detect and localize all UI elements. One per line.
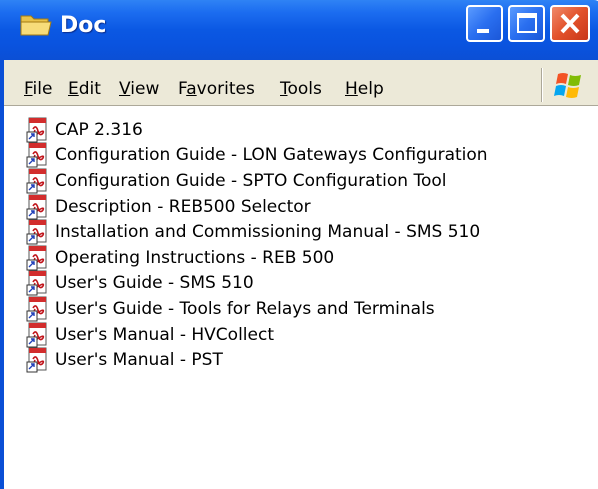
file-item[interactable]: Configuration Guide - SPTO Configuration… [26,168,488,194]
pdf-file-icon [26,168,47,194]
folder-icon [20,15,52,36]
pdf-file-icon [26,117,47,143]
file-item[interactable]: User's Guide - SMS 510 [26,270,488,297]
file-name: User's Manual - PST [55,350,223,371]
menu-view[interactable]: View [119,79,159,99]
file-name: Configuration Guide - LON Gateways Confi… [55,145,488,166]
menu-bar: File Edit View Favorites Tools Help [4,60,598,107]
pdf-file-icon [26,347,47,373]
file-item[interactable]: Installation and Commissioning Manual - … [26,219,488,245]
file-name: CAP 2.316 [55,119,143,140]
pdf-file-icon [26,219,47,245]
title-bar[interactable]: Doc [0,0,598,60]
file-name: Description - REB500 Selector [55,196,311,217]
file-name: User's Guide - SMS 510 [55,273,254,294]
file-name: User's Guide - Tools for Relays and Term… [55,298,435,319]
windows-logo-icon [554,73,581,98]
pdf-file-icon [26,296,47,322]
explorer-window: Doc File Edit View Favorites Tools Help [0,0,598,489]
file-name: Installation and Commissioning Manual - … [55,222,481,243]
file-item[interactable]: Operating Instructions - REB 500 [26,245,488,271]
window-title: Doc [60,13,107,38]
menu-help[interactable]: Help [345,79,384,99]
close-button[interactable] [550,5,590,42]
maximize-button[interactable] [508,5,545,42]
close-icon [560,13,580,34]
file-name: Configuration Guide - SPTO Configuration… [55,170,447,191]
file-item[interactable]: Description - REB500 Selector [26,194,488,220]
pdf-file-icon [26,270,47,296]
file-item[interactable]: Configuration Guide - LON Gateways Confi… [26,142,488,169]
file-item[interactable]: User's Guide - Tools for Relays and Term… [26,296,488,322]
file-name: Operating Instructions - REB 500 [55,247,335,268]
file-item[interactable]: User's Manual - HVCollect [26,322,488,348]
minimize-icon [477,29,489,33]
menu-file[interactable]: File [24,79,52,99]
minimize-button[interactable] [466,5,503,42]
menu-separator [542,68,543,102]
pdf-file-icon [26,245,47,271]
file-item[interactable]: CAP 2.316 [26,117,488,143]
file-list: CAP 2.316 Configuration Guide - LON Gate… [26,117,488,373]
menu-tools[interactable]: Tools [280,79,322,99]
file-item[interactable]: User's Manual - PST [26,347,488,373]
pdf-file-icon [26,142,47,168]
pdf-file-icon [26,322,47,348]
maximize-icon [517,13,537,33]
menu-edit[interactable]: Edit [68,79,101,99]
menu-favorites[interactable]: Favorites [178,79,255,99]
pdf-file-icon [26,194,47,220]
file-name: User's Manual - HVCollect [55,324,274,345]
